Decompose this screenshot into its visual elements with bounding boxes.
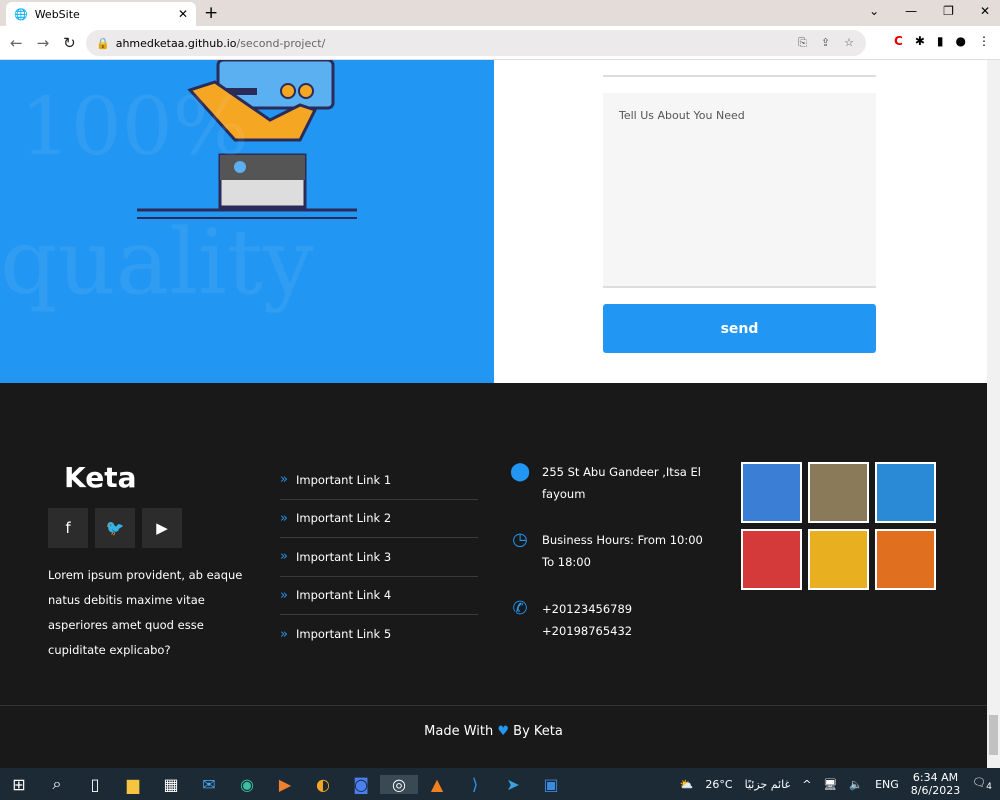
chrome-icon[interactable]: ◎ [380, 774, 418, 794]
minimize-button[interactable]: — [905, 4, 917, 18]
sidepanel-icon[interactable]: ▮ [937, 34, 944, 48]
photos-icon[interactable]: ▣ [532, 775, 570, 794]
taskbar: ⊞ ⌕ ▯ ▆ ▦ ✉ ◉ ▶ ◐ ◙ ◎ ▲ ⟩ ➤ ▣ ⛅ 26°C غائ… [0, 768, 1000, 800]
phone-2: +20198765432 [542, 624, 633, 638]
url-input[interactable]: 🔒 ahmedketaa.github.io/second-project/ ⎘ ⇪… [86, 30, 866, 56]
footer-link[interactable]: » Important Link 5 [280, 615, 478, 654]
file-explorer-icon[interactable]: ▆ [114, 775, 152, 794]
extension-icon[interactable]: C [894, 34, 903, 48]
forward-icon[interactable]: → [37, 34, 50, 52]
search-icon[interactable]: ⌕ [38, 774, 76, 794]
close-window-button[interactable]: ✕ [980, 4, 990, 18]
weather-text[interactable]: غائم جزئيًا [745, 778, 791, 791]
task-view-icon[interactable]: ▯ [76, 775, 114, 794]
footer-link[interactable]: » Important Link 4 [280, 577, 478, 615]
footer-links: » Important Link 1 » Important Link 2 » Imp… [280, 461, 478, 654]
avatar[interactable]: ● [956, 34, 966, 48]
share-icon[interactable]: ⇪ [821, 36, 830, 50]
media-player-icon[interactable]: ▶ [266, 775, 304, 794]
gallery-image[interactable] [741, 462, 802, 523]
page-content: quality 100% Tell Us About You Need send… [0, 60, 987, 768]
lock-icon: 🔒 [96, 36, 110, 50]
address-text: 255 St Abu Gandeer ,Itsa El fayoum [542, 465, 701, 501]
facebook-icon[interactable]: f [48, 508, 88, 548]
url-path: /second-project/ [236, 36, 326, 50]
footer-about: Lorem ipsum provident, ab eaque natus de… [48, 568, 243, 657]
location-pin-icon: ⬤ [510, 461, 531, 482]
tab-search-icon[interactable]: ⌄ [869, 4, 879, 18]
youtube-icon[interactable]: ▶ [142, 508, 182, 548]
address-bar-row: ← → ↻ 🔒 ahmedketaa.github.io/second-project… [0, 26, 1000, 60]
chevrons-right-icon: » [280, 587, 288, 603]
watermark-text: quality [0, 210, 314, 315]
new-tab-button[interactable]: + [204, 3, 218, 23]
tab-bar: 🌐 WebSite ✕ + ⌄ — ❐ ✕ [0, 0, 1000, 26]
footer-link[interactable]: » Important Link 2 [280, 500, 478, 538]
scrollbar-thumb[interactable] [989, 715, 998, 755]
tray-chevron-icon[interactable]: ^ [802, 778, 811, 791]
back-icon[interactable]: ← [10, 34, 23, 52]
gallery-image[interactable] [808, 529, 869, 590]
footer-logo: Keta [64, 461, 137, 494]
maximize-button[interactable]: ❐ [943, 4, 954, 18]
watermark-text: 100% [20, 80, 249, 173]
network-icon[interactable]: 🖥 [823, 778, 837, 791]
footer-link[interactable]: » Important Link 1 [280, 461, 478, 500]
windows-start-icon[interactable]: ⊞ [0, 775, 38, 794]
vscode-icon[interactable]: ⟩ [456, 775, 494, 794]
weather-icon[interactable]: ⛅ [680, 778, 694, 791]
twitter-icon[interactable]: 🐦 [95, 508, 135, 548]
footer-gallery [741, 462, 936, 590]
gallery-image[interactable] [741, 529, 802, 590]
chevrons-right-icon: » [280, 510, 288, 526]
mail-icon[interactable]: ✉ [190, 775, 228, 794]
volume-icon[interactable]: 🔈 [849, 778, 863, 791]
copyright: Made With ♥ By Keta [0, 705, 987, 739]
language-indicator[interactable]: ENG [875, 778, 899, 791]
clock-icon: ◷ [512, 529, 528, 550]
app-icon[interactable]: ◐ [304, 775, 342, 794]
url-host: ahmedketaa.github.io [115, 36, 237, 50]
contact-illustration: quality 100% [0, 60, 494, 383]
translate-icon[interactable]: ⎘ [798, 36, 807, 50]
puzzle-icon[interactable]: ✱ [915, 34, 925, 48]
contact-form: Tell Us About You Need send [494, 60, 987, 383]
chevrons-right-icon: » [280, 549, 288, 565]
globe-icon: 🌐 [14, 7, 28, 21]
close-tab-icon[interactable]: ✕ [178, 7, 188, 21]
telegram-icon[interactable]: ➤ [494, 775, 532, 794]
message-textarea[interactable]: Tell Us About You Need [603, 93, 876, 288]
phone-1: +20123456789 [542, 602, 633, 616]
hours-text: Business Hours: From 10:00 To 18:00 [542, 533, 703, 569]
footer: Keta f 🐦 ▶ Lorem ipsum provident, ab eaq… [0, 383, 987, 768]
bookmark-star-icon[interactable]: ☆ [844, 36, 854, 50]
vlc-icon[interactable]: ▲ [418, 775, 456, 794]
app-icon[interactable]: ◙ [342, 775, 380, 794]
send-button[interactable]: send [603, 304, 876, 353]
menu-icon[interactable]: ⋮ [978, 34, 990, 48]
notification-icon[interactable]: 🗨4 [972, 776, 992, 792]
reload-icon[interactable]: ↻ [63, 34, 76, 52]
gallery-image[interactable] [808, 462, 869, 523]
clock[interactable]: 6:34 AM 8/6/2023 [911, 771, 960, 797]
chevrons-right-icon: » [280, 626, 288, 642]
edge-icon[interactable]: ◉ [228, 775, 266, 794]
browser-tab[interactable]: 🌐 WebSite ✕ [6, 2, 196, 26]
gallery-image[interactable] [875, 462, 936, 523]
store-icon[interactable]: ▦ [152, 775, 190, 794]
input-underline [603, 75, 876, 77]
chevrons-right-icon: » [280, 472, 288, 488]
phone-icon: ✆ [512, 598, 528, 619]
weather-temp[interactable]: 26°C [705, 778, 732, 791]
scrollbar[interactable] [987, 60, 1000, 768]
heart-icon: ♥ [497, 724, 510, 739]
tab-title: WebSite [34, 7, 80, 21]
footer-link[interactable]: » Important Link 3 [280, 538, 478, 577]
gallery-image[interactable] [875, 529, 936, 590]
